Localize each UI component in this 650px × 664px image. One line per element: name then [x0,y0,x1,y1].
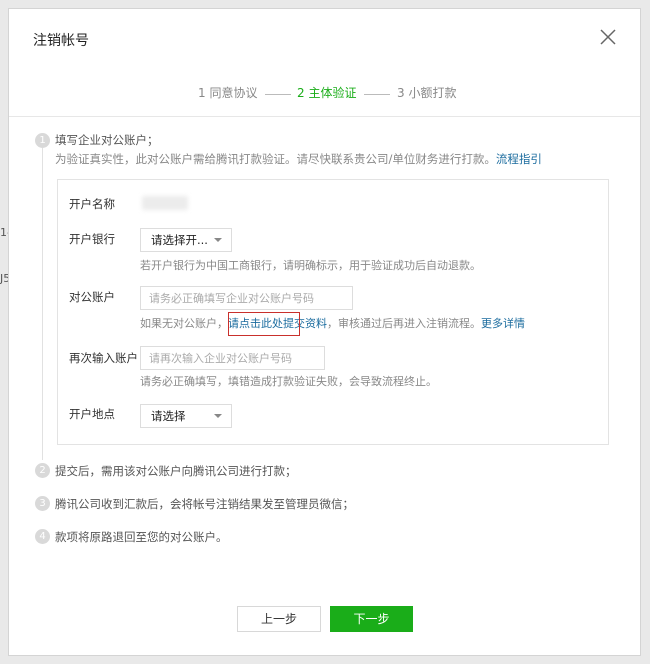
bank-label: 开户银行 [69,232,115,246]
step-number-badge: 3 [35,496,50,511]
chevron-down-icon [214,414,222,418]
highlight-box [228,312,300,336]
step-number-badge: 2 [35,463,50,478]
confirm-account-input[interactable] [140,346,325,370]
close-icon[interactable] [598,27,618,47]
step-agree: 1 同意协议 [198,86,258,100]
instruction-step-2: 提交后，需用该对公账户向腾讯公司进行打款； [55,464,297,478]
close-account-dialog: 注销帐号 1 同意协议 2 主体验证 3 小额打款 1 填写企业对公账户； 为验… [8,8,641,656]
step-payment: 3 小额打款 [397,86,457,100]
step-divider [265,94,291,95]
instruction-step-4: 款项将原路退回至您的对公账户。 [55,530,228,544]
step-number-badge: 1 [35,133,50,148]
step-divider [364,94,390,95]
step-number-badge: 4 [35,529,50,544]
instruction-title: 填写企业对公账户； [55,133,159,147]
instruction-desc-text: 为验证真实性，此对公账户需给腾讯打款验证。请尽快联系贵公司/单位财务进行打款。 [55,152,496,166]
account-hint: 如果无对公账户，请点击此处提交资料，审核通过后再进入注销流程。更多详情 [140,315,525,331]
chevron-down-icon [214,238,222,242]
instruction-desc: 为验证真实性，此对公账户需给腾讯打款验证。请尽快联系贵公司/单位财务进行打款。流… [55,151,542,167]
confirm-account-label: 再次输入账户 [69,351,138,365]
location-select[interactable]: 请选择 [140,404,232,428]
progress-steps: 1 同意协议 2 主体验证 3 小额打款 [9,84,640,104]
account-input[interactable] [140,286,353,310]
account-label: 对公账户 [69,290,115,304]
account-name-label: 开户名称 [69,197,115,211]
header-divider [9,116,640,117]
previous-step-button[interactable]: 上一步 [237,606,321,632]
process-guide-link[interactable]: 流程指引 [496,152,542,166]
location-select-value: 请选择 [151,409,186,423]
timeline-line [42,146,43,460]
location-label: 开户地点 [69,407,115,421]
dialog-title: 注销帐号 [33,33,89,49]
more-details-link[interactable]: 更多详情 [481,317,525,330]
bank-hint: 若开户银行为中国工商银行，请明确标示，用于验证成功后自动退款。 [140,259,481,272]
step-verify: 2 主体验证 [297,86,357,100]
account-name-value [142,196,188,210]
next-step-button[interactable]: 下一步 [330,606,413,632]
account-hint-text: ，审核通过后再进入注销流程。 [327,317,481,330]
confirm-account-hint: 请务必正确填写，填错造成打款验证失败，会导致流程终止。 [140,375,437,388]
account-hint-text: 如果无对公账户， [140,317,228,330]
bank-select-value: 请选择开... [151,233,208,247]
bank-select[interactable]: 请选择开... [140,228,232,252]
instruction-step-3: 腾讯公司收到汇款后，会将帐号注销结果发至管理员微信； [55,497,354,511]
